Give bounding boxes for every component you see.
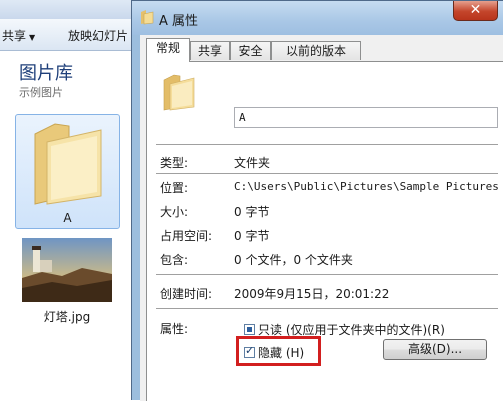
properties-dialog: A 属性 ✕ 常规 共享 安全 以前的版本 A 类型: 文件夹 位置: C:\U… [131,0,503,401]
share-menu-button[interactable]: 共享 ▼ [2,27,35,44]
tab-security[interactable]: 安全 [230,41,271,60]
lighthouse-image [22,238,112,302]
tab-strip: 常规 共享 安全 以前的版本 [140,35,503,62]
hidden-highlight-box [236,336,321,366]
readonly-checkbox[interactable] [244,324,255,335]
attributes-label: 属性: [160,322,189,336]
created-value: 2009年9月15日，20:01:22 [234,287,390,301]
explorer-content: 图片库 示例图片 A 灯塔.jpg [0,51,140,400]
share-menu-label: 共享 [2,29,27,43]
close-button[interactable]: ✕ [453,1,498,21]
divider [156,144,498,146]
size-label: 大小: [160,205,189,219]
tab-previous-versions[interactable]: 以前的版本 [271,41,361,60]
library-subtitle: 示例图片 [19,86,63,99]
folder-name-input[interactable]: A [234,107,498,128]
library-title: 图片库 [19,63,73,84]
folder-icon [163,74,195,111]
chevron-down-icon: ▼ [29,33,36,42]
general-tab-panel: A 类型: 文件夹 位置: C:\Users\Public\Pictures\S… [146,61,503,401]
image-thumbnail[interactable] [22,238,112,302]
size-value: 0 字节 [234,205,270,219]
created-label: 创建时间: [160,287,213,301]
divider [156,308,498,310]
tab-sharing[interactable]: 共享 [190,41,230,60]
dialog-titlebar[interactable]: A 属性 ✕ [132,1,503,35]
size-on-disk-label: 占用空间: [160,229,213,243]
explorer-address-bar[interactable] [0,0,140,19]
folder-tile-a[interactable]: A [15,114,120,229]
divider [156,173,498,175]
type-value: 文件夹 [234,156,271,170]
location-label: 位置: [160,181,189,195]
folder-icon [34,123,102,205]
divider [156,274,498,276]
image-thumbnail-label: 灯塔.jpg [43,310,91,324]
slideshow-button[interactable]: 放映幻灯片 [68,27,128,44]
dialog-title: A 属性 [159,14,199,29]
contains-value: 0 个文件，0 个文件夹 [234,253,353,267]
size-on-disk-value: 0 字节 [234,229,270,243]
close-icon: ✕ [469,2,482,18]
location-value: C:\Users\Public\Pictures\Sample Pictures [234,180,499,193]
dialog-body: 常规 共享 安全 以前的版本 A 类型: 文件夹 位置: C:\Users\Pu… [140,35,503,401]
tab-general[interactable]: 常规 [146,38,190,62]
folder-icon [141,10,154,25]
type-label: 类型: [160,156,189,170]
explorer-toolbar: 共享 ▼ 放映幻灯片 [0,19,140,51]
advanced-button[interactable]: 高级(D)... [383,339,487,360]
contains-label: 包含: [160,253,189,267]
folder-tile-label: A [63,211,72,225]
